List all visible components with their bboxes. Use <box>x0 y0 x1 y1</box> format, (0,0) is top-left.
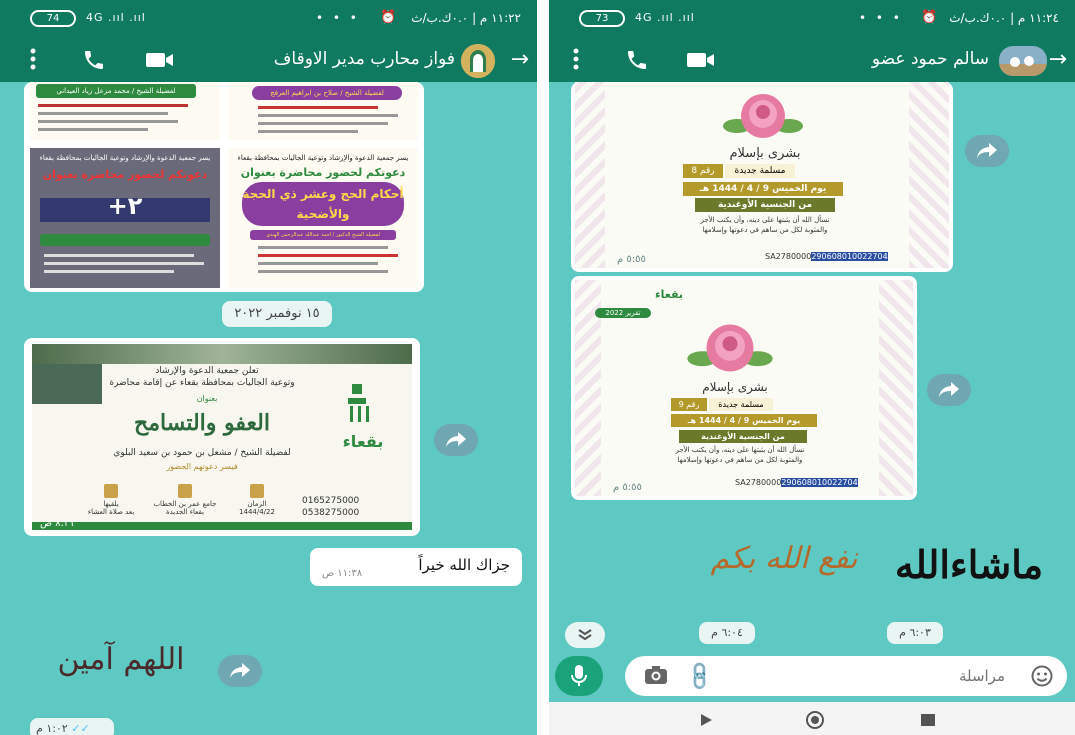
voice-call-icon[interactable] <box>82 48 106 76</box>
battery-indicator: 74 <box>30 10 76 27</box>
sticker-nafa-allah[interactable]: نفع الله بكم <box>699 524 869 594</box>
message-input[interactable] <box>735 662 1005 690</box>
date-divider: ١٥ نوفمبر ٢٠٢٢ <box>222 301 332 327</box>
voice-call-icon[interactable] <box>625 48 649 76</box>
poster-mid-right: يسر جمعية الدعوة والإرشاد وتوعية الجاليا… <box>228 148 418 288</box>
sticker-allahumma-ameen[interactable]: اللهم آمين <box>36 630 206 690</box>
poster-top-left: لفضيلة الشيخ / محمد مزعل زياد العيداني <box>30 82 220 140</box>
video-call-icon[interactable] <box>146 51 174 73</box>
attachment-icon[interactable]: 🔗 <box>682 659 717 694</box>
announcement-card-bubble[interactable]: بشرى بإسلام مسلمة جديدة رقم 8 يوم الخميس… <box>571 82 953 272</box>
message-time: ٦:٠٤ م <box>699 622 755 644</box>
more-images-count: +٢ <box>107 192 143 220</box>
contact-name[interactable]: سالم حمود عضو <box>872 49 989 69</box>
lecture-poster-image: بقعاء تعلن جمعية الدعوة والإرشاد وتوعية … <box>32 344 412 530</box>
home-nav-icon[interactable] <box>805 710 825 734</box>
video-call-icon[interactable] <box>687 51 715 73</box>
org-logo: بقعاء <box>328 384 398 464</box>
camera-icon[interactable] <box>645 666 667 688</box>
message-text: جزاك الله خيراً <box>418 556 510 574</box>
emoji-icon[interactable] <box>1031 665 1053 691</box>
back-nav-icon[interactable] <box>699 712 713 731</box>
microphone-icon <box>571 665 587 686</box>
message-input-bar[interactable]: 🔗 <box>625 656 1067 696</box>
lecture-poster-bubble[interactable]: بقعاء تعلن جمعية الدعوة والإرشاد وتوعية … <box>24 338 420 536</box>
status-bar: 74 4G .ııl .ııl • • • ⏰ ١١:٢٢ م | ٠.٠ك.ب… <box>0 0 537 38</box>
status-bar: 73 4G .ııl .ııl • • • ⏰ ١١:٢٤ م | ٠.٠ك.ب… <box>549 0 1075 38</box>
forward-button[interactable] <box>965 135 1009 167</box>
signal-indicator: 4G .ııl .ııl <box>635 11 695 24</box>
poster-top-right: لفضيلة الشيخ / صلاح بن ابراهيم العرفج <box>228 82 418 140</box>
alarm-icon: ⏰ <box>921 10 938 25</box>
status-dots: • • • <box>316 11 360 25</box>
contact-avatar[interactable] <box>461 44 495 78</box>
message-time: ٥:٥٥ م <box>617 254 646 265</box>
status-dots: • • • <box>859 11 903 25</box>
message-time: ١١:٣٨ ص <box>322 568 363 579</box>
right-chat-screen: 73 4G .ııl .ııl • • • ⏰ ١١:٢٤ م | ٠.٠ك.ب… <box>549 0 1075 735</box>
posters-album-bubble[interactable]: لفضيلة الشيخ / محمد مزعل زياد العيداني ل… <box>24 82 424 292</box>
recents-nav-icon[interactable] <box>921 712 935 731</box>
poster-mid-left: يسر جمعية الدعوة والإرشاد وتوعية الجاليا… <box>30 148 220 288</box>
more-options-icon[interactable] <box>30 48 36 74</box>
read-ticks-icon: ✓✓ <box>71 722 90 735</box>
signal-indicator: 4G .ııl .ııl <box>86 11 146 24</box>
iban-text: SA2780000290608010022704 <box>735 478 858 487</box>
forward-button[interactable] <box>218 655 262 687</box>
announcement-image: تقرير 2022 بقعاء بشرى بإسلام مسلمة جديدة… <box>575 280 913 496</box>
back-arrow-icon[interactable]: → <box>511 47 529 72</box>
chat-header: سالم حمود عضو → <box>549 38 1075 82</box>
voice-record-button[interactable] <box>555 656 603 696</box>
contact-avatar[interactable] <box>999 46 1047 76</box>
contact-name[interactable]: فواز محارب مدير الاوقاف <box>274 49 455 69</box>
back-arrow-icon[interactable]: → <box>1049 47 1067 72</box>
status-time: ١١:٢٤ م | ٠.٠ك.ب/ث <box>949 11 1059 25</box>
iban-text: SA2780000290608010022704 <box>765 252 888 261</box>
forward-button[interactable] <box>927 374 971 406</box>
message-time: ✓✓ ١:٠٢ م <box>30 718 114 735</box>
sticker-mashallah[interactable]: ماشاءالله <box>879 520 1059 610</box>
rose-icon <box>685 316 775 384</box>
alarm-icon: ⏰ <box>380 10 397 25</box>
more-options-icon[interactable] <box>573 48 579 74</box>
announcement-card-bubble[interactable]: تقرير 2022 بقعاء بشرى بإسلام مسلمة جديدة… <box>571 276 917 500</box>
scroll-down-button[interactable] <box>565 622 605 648</box>
system-nav-bar <box>549 702 1075 735</box>
message-time: ٥:٥٥ م <box>613 482 642 493</box>
forward-button[interactable] <box>434 424 478 456</box>
message-time: ٦:٠٣ م <box>887 622 943 644</box>
message-time: ٨:٢١ ص <box>40 518 75 529</box>
announcement-image: بشرى بإسلام مسلمة جديدة رقم 8 يوم الخميس… <box>575 82 949 268</box>
double-chevron-down-icon <box>578 629 592 641</box>
battery-indicator: 73 <box>579 10 625 27</box>
lecture-title: العفو والتسامح <box>134 410 270 436</box>
rose-icon <box>723 86 803 150</box>
text-message-bubble[interactable]: جزاك الله خيراً ١١:٣٨ ص <box>310 548 522 586</box>
left-chat-screen: 74 4G .ııl .ııl • • • ⏰ ١١:٢٢ م | ٠.٠ك.ب… <box>0 0 537 735</box>
status-time: ١١:٢٢ م | ٠.٠ك.ب/ث <box>411 11 521 25</box>
chat-header: فواز محارب مدير الاوقاف → <box>0 38 537 82</box>
